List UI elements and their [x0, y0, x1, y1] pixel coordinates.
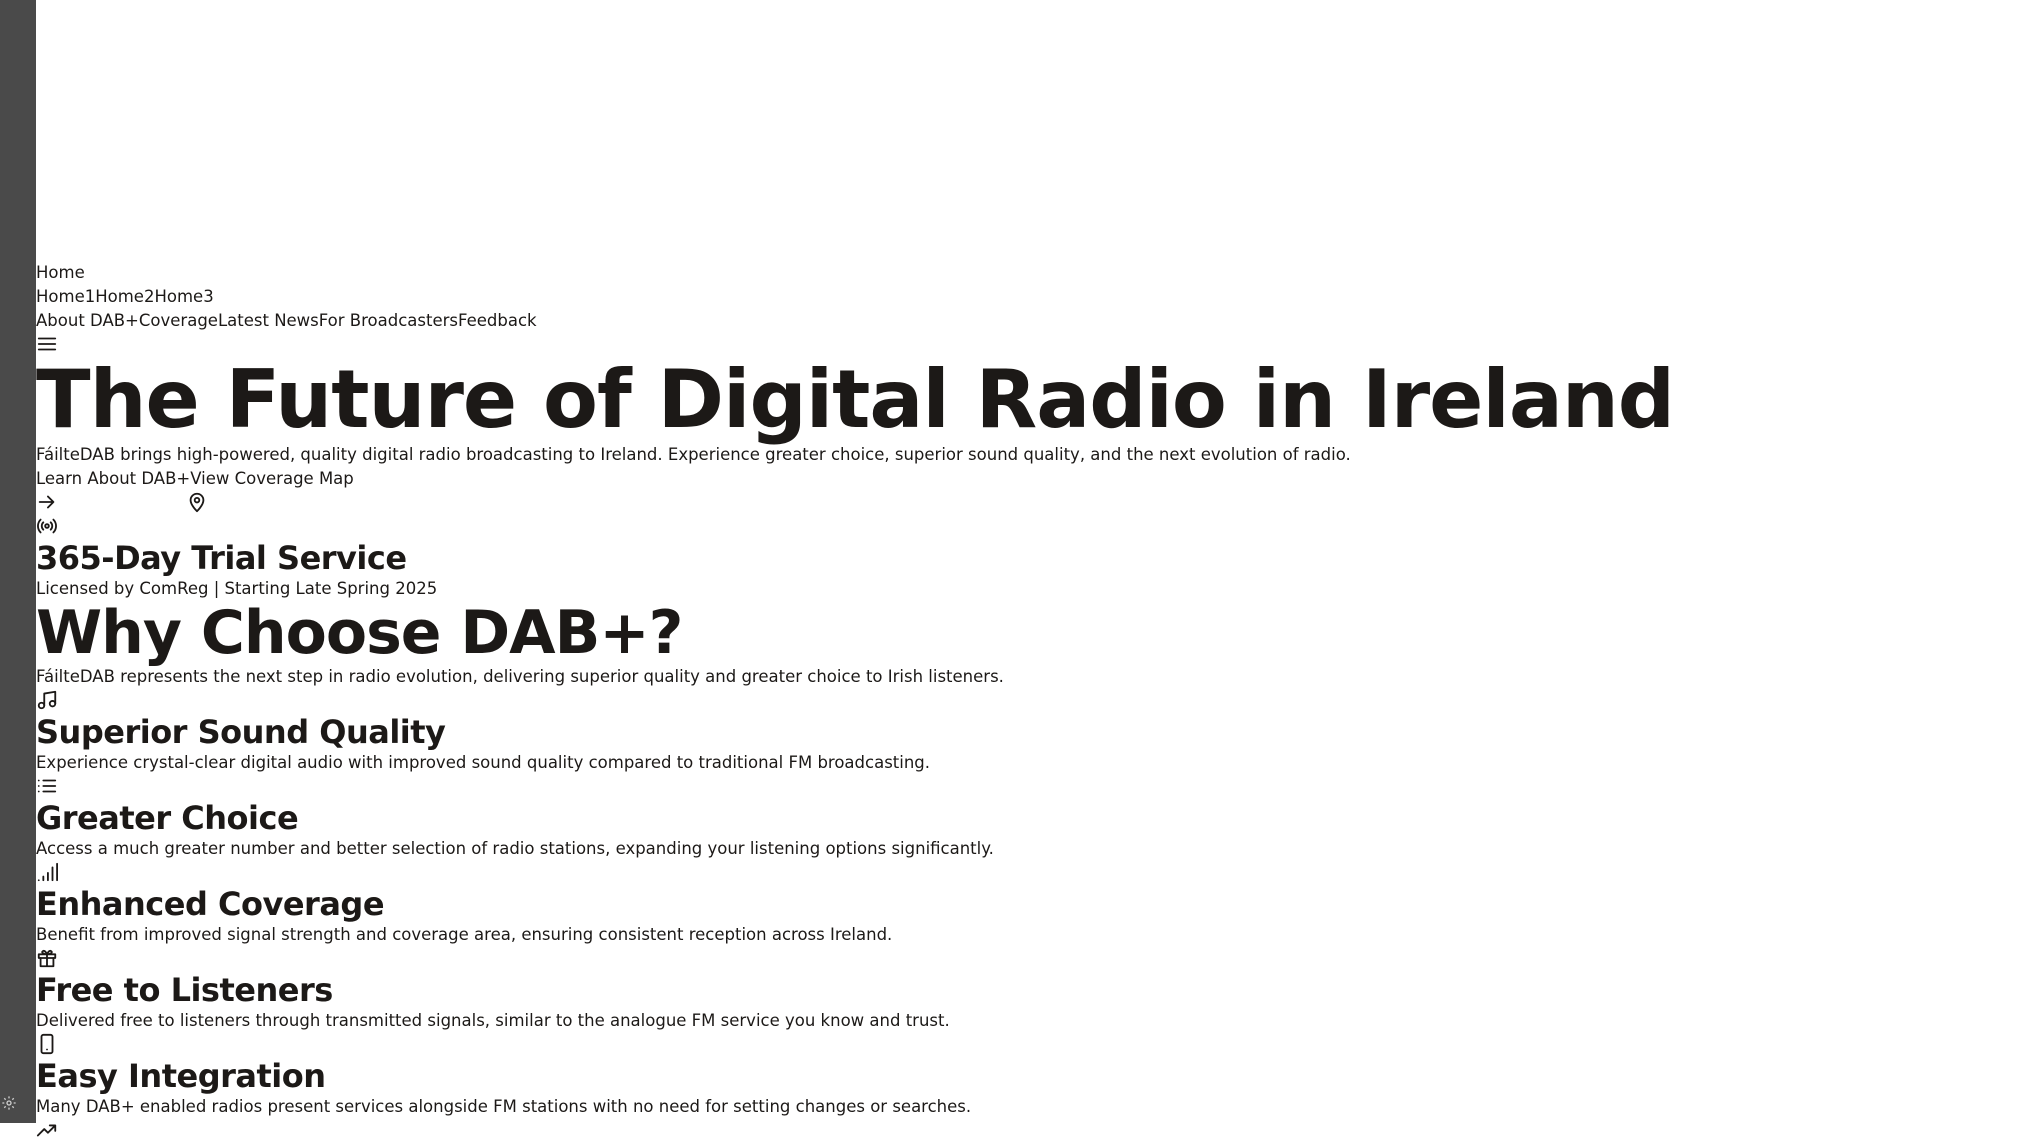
smartphone-icon: [36, 1033, 60, 1057]
feature-text: Delivered free to listeners through tran…: [36, 1011, 950, 1030]
feature-title: Enhanced Coverage: [36, 885, 385, 923]
feature-text: Many DAB+ enabled radios present service…: [36, 1097, 972, 1116]
feature-title: Easy Integration: [36, 1057, 326, 1095]
feature-title: Greater Choice: [36, 799, 299, 837]
main-nav: About DAB+ Coverage Latest News For Broa…: [36, 309, 2025, 333]
view-coverage-map-button[interactable]: View Coverage Map: [190, 467, 354, 491]
trial-title: 365-Day Trial Service: [36, 539, 407, 577]
feature-text: Access a much greater number and better …: [36, 839, 994, 858]
arrow-right-icon[interactable]: [36, 491, 60, 515]
map-pin-icon[interactable]: [186, 491, 210, 515]
hero-button-icons: [36, 491, 2025, 515]
nav-feedback[interactable]: Feedback: [458, 309, 537, 333]
feature-title: Superior Sound Quality: [36, 713, 446, 751]
learn-about-dab-button[interactable]: Learn About DAB+: [36, 467, 190, 491]
feature-text: Experience crystal-clear digital audio w…: [36, 753, 931, 772]
list-icon: [36, 775, 60, 799]
left-sidebar: [0, 0, 36, 1123]
nav-latest-news[interactable]: Latest News: [218, 309, 319, 333]
nav-for-broadcasters[interactable]: For Broadcasters: [319, 309, 458, 333]
gift-icon: [36, 947, 60, 971]
why-subtitle: FáilteDAB represents the next step in ra…: [36, 667, 1004, 686]
page-content: Home Home1 Home2 Home3 About DAB+ Covera…: [36, 0, 2025, 1143]
top-spacer: [36, 0, 2025, 261]
nav-coverage[interactable]: Coverage: [139, 309, 218, 333]
nav-home2[interactable]: Home2: [95, 285, 154, 309]
why-title: Why Choose DAB+?: [36, 598, 683, 668]
nav-home1[interactable]: Home1: [36, 285, 95, 309]
gear-icon[interactable]: [1, 1095, 17, 1111]
hero-buttons: Learn About DAB+ View Coverage Map: [36, 467, 2025, 491]
music-icon: [36, 689, 60, 713]
nav-home[interactable]: Home: [36, 261, 2025, 285]
nav-about-dab[interactable]: About DAB+: [36, 309, 139, 333]
feature-text: Benefit from improved signal strength an…: [36, 925, 893, 944]
radio-broadcast-icon: [36, 515, 60, 539]
nav-home-submenu: Home1 Home2 Home3: [36, 285, 2025, 309]
nav-home3[interactable]: Home3: [154, 285, 213, 309]
signal-bars-icon: [36, 861, 60, 885]
feature-title: Free to Listeners: [36, 971, 333, 1009]
hero-title: The Future of Digital Radio in Ireland: [36, 353, 1675, 446]
hero-subtitle: FáilteDAB brings high-powered, quality d…: [36, 445, 1351, 464]
